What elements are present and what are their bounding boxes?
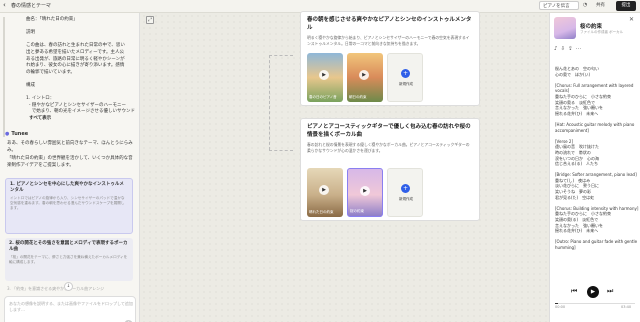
play-button[interactable]: ▶	[587, 286, 599, 298]
back-chevron-icon[interactable]: ‹	[3, 1, 6, 9]
share-button[interactable]: 共有	[596, 2, 605, 8]
play-icon[interactable]: ▶	[359, 70, 369, 80]
music-node-2[interactable]: ピアノとアコースティックギターで優しく包み込む春の訪れや桜の情景を描くボーカル曲…	[300, 118, 480, 221]
message-line: 構成	[26, 83, 35, 88]
expand-icon[interactable]: ⤢	[146, 16, 154, 24]
player-panel: 桜の約束 ファイルの作成者 ボーカル ✕ ♪⇩⇪⋯ 桜ん花とあの 空の匂い 心の…	[549, 13, 640, 322]
track-caption: 桜の約束	[350, 209, 364, 213]
assistant-name: Tunee	[11, 131, 29, 137]
track-caption: 春の日のピアノ音	[309, 95, 337, 99]
track-caption: 朝日の約束	[349, 95, 367, 99]
node-title: 春の朝を感じさせる爽やかなピアノとシンセのインストゥルメンタル	[307, 17, 472, 31]
next-icon[interactable]: ⏭	[607, 287, 613, 296]
plus-icon: +	[401, 69, 410, 78]
song-subtitle: ファイルの作成者 ボーカル	[580, 30, 624, 34]
new-track-label: 新規作成	[399, 82, 413, 86]
chat-panel: 曲名：「晴れた日の約束」 説明この曲は、春の訪れと生まれた日常の中で、思い 出と夢あ…	[0, 13, 140, 322]
time-total: 03:40	[621, 305, 632, 309]
play-icon[interactable]: ▶	[360, 186, 370, 196]
scroll-down-icon[interactable]: ↓	[64, 282, 73, 291]
title-chevron-icon[interactable]: ⌄	[45, 2, 49, 8]
message-line: 曲名：「晴れた日の約束」	[26, 17, 78, 22]
time-current: 00:00	[555, 305, 566, 309]
node-title: ピアノとアコースティックギターで優しく包み込む春の訪れや桜の情景を描くボーカル曲	[307, 124, 471, 138]
track-caption: 晴れた日の約束	[309, 210, 334, 214]
message-line: 説明	[26, 30, 35, 36]
assistant-intro: ああ、その春らしい雰囲気と前向きなテーマ、ほんとうにらみみ。	[7, 141, 133, 153]
message-line: で始まり、朝の光をイメージさせる優しいサウンド	[26, 109, 135, 115]
track-list: ▶ 晴れた日の約束 ▶ 桜の約束 + 新規作成	[307, 168, 423, 217]
progress-fill	[555, 303, 559, 304]
connector-line	[269, 55, 293, 150]
input-placeholder: あなたの想像を説明する、または画像やファイルをドロップして追加します…	[9, 301, 133, 312]
player-actions: ♪⇩⇪⋯	[554, 46, 584, 52]
suggestion-title: 1. ピアノとシンセを中心にした爽やかなインストゥルメンタル	[10, 182, 124, 193]
node-desc: 明るく穏やかな旋律から始まり、ピアノとシンセサイザーのハーモニーで春の空気を表現…	[307, 35, 470, 46]
play-icon[interactable]: ▶	[319, 70, 329, 80]
notification-icon[interactable]: ◔	[583, 2, 587, 8]
new-track-label: 新規作成	[399, 197, 413, 201]
message-line: 出と夢ある希望を描いたメロディーです。主人公	[26, 50, 124, 55]
track-thumb[interactable]: ▶ 朝日の約束	[347, 53, 383, 102]
album-cover	[554, 17, 576, 39]
prev-icon[interactable]: ⏮	[571, 287, 577, 296]
suggestion-card-1[interactable]: 1. ピアノとシンセを中心にした爽やかなインストゥルメンタル イントロではピアノ…	[5, 178, 133, 234]
more-icon[interactable]: ⋯	[576, 46, 585, 52]
download-icon[interactable]: ⇩	[561, 46, 569, 52]
track-list: ▶ 春の日のピアノ音 ▶ 朝日の約束 + 新規作成	[307, 53, 423, 102]
song-title: 桜の約束	[580, 24, 603, 30]
submit-button[interactable]: 提出	[616, 1, 636, 11]
message-line: 1. イントロ：	[26, 96, 55, 102]
chat-input[interactable]: あなたの想像を説明する、または画像やファイルをドロップして追加します… + ⚲ …	[4, 296, 136, 322]
tunee-avatar-icon: ●	[5, 131, 10, 137]
track-tab[interactable]: ピアノを伝言	[539, 1, 579, 10]
progress-bar[interactable]	[555, 303, 635, 304]
thread-indicator	[3, 17, 5, 137]
workflow-canvas[interactable]: ⤢ 春の朝を感じさせる爽やかなピアノとシンセのインストゥルメンタル 明るく穏やか…	[141, 11, 549, 322]
close-icon[interactable]: ✕	[629, 16, 634, 23]
suggestion-desc: イントロではピアノの旋律から入り、シンセサイザーのパッドで温かな空気感を重ねます…	[10, 196, 125, 210]
music-node-1[interactable]: 春の朝を感じさせる爽やかなピアノとシンセのインストゥルメンタル 明るく穏やかな旋…	[300, 11, 480, 106]
message-line: すべて表示	[26, 116, 52, 121]
plus-icon: +	[401, 184, 410, 193]
node-desc: 春の訪れと桜の情景を表現する優しく穏やかなボーカル曲。ピアノとアコースティックギ…	[307, 142, 470, 153]
track-thumb[interactable]: ▶ 晴れた日の約束	[307, 168, 343, 217]
suggestion-desc: 「桜」の開花をテーマに、儚さと力強さを兼ね備えたボーカルメロディを軸に構成します…	[9, 255, 128, 264]
assistant-proposal: 「晴れた日の約束」の世界観を活かして、いくつか具体的な音楽制作アイデアをご提案し…	[7, 156, 133, 168]
play-icon[interactable]: ▶	[319, 185, 329, 195]
suggestion-title: 2. 桜の開花とその強さを意図とメロディで表現するポーカル曲	[9, 241, 128, 252]
message-line: れ始まり、彼女の心に描きが寄り添います。感情	[26, 63, 125, 69]
assistant-label: ● Tunee	[5, 131, 28, 137]
new-track-button[interactable]: + 新規作成	[387, 168, 423, 217]
share-icon[interactable]: ⇪	[568, 46, 576, 52]
new-track-button[interactable]: + 新規作成	[387, 53, 423, 102]
track-thumb[interactable]: ▶ 春の日のピアノ音	[307, 53, 343, 102]
track-thumb-selected[interactable]: ▶ 桜の約束	[347, 168, 383, 217]
lyrics: 桜ん花とあの 空の匂い 心の奥で ほか(い) [Chorus: Full arr…	[555, 66, 639, 250]
connector-line	[269, 150, 293, 151]
message-line: の輪郭で描いています。	[26, 69, 75, 75]
message-line: この曲は、春の訪れと生まれた日常の中で、思い	[26, 43, 125, 49]
suggestion-card-2[interactable]: 2. 桜の開花とその強さを意図とメロディで表現するポーカル曲 「桜」の開花をテー…	[5, 238, 133, 281]
